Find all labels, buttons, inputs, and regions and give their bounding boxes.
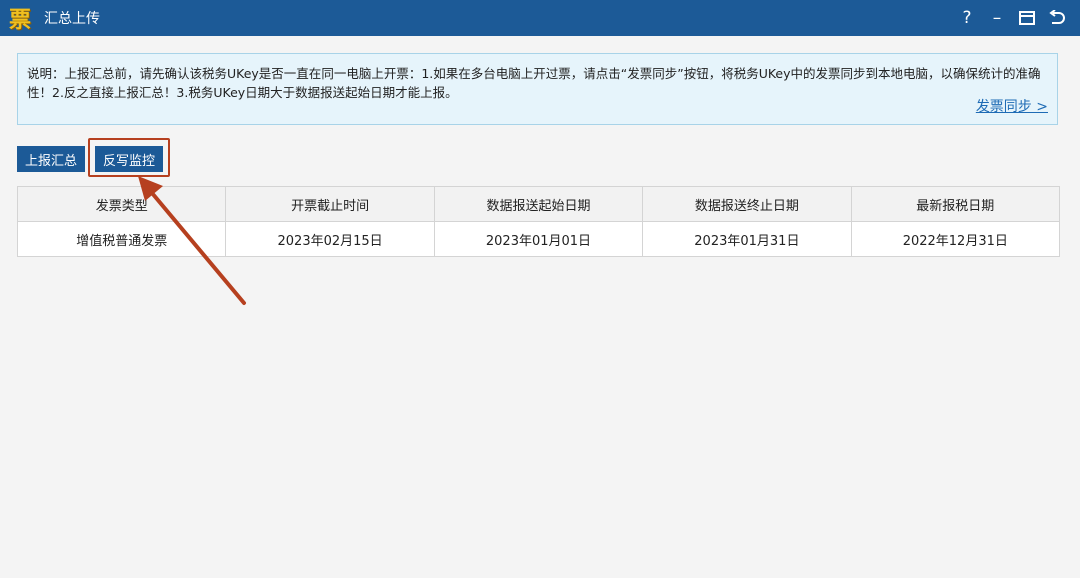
table-cell: 2023年02月15日 — [225, 221, 435, 257]
table-cell: 2022年12月31日 — [850, 221, 1061, 257]
column-header: 发票类型 — [16, 186, 227, 222]
undo-arrow-icon — [1049, 10, 1065, 24]
table-header-row: 发票类型 开票截止时间 数据报送起始日期 数据报送终止日期 最新报税日期 — [16, 186, 1061, 222]
notice-panel: 说明：上报汇总前，请先确认该税务UKey是否一直在同一电脑上开票：1.如果在多台… — [17, 53, 1058, 125]
window-controls: ? – — [952, 0, 1072, 36]
column-header: 最新报税日期 — [850, 186, 1061, 222]
table-cell: 2023年01月31日 — [642, 221, 852, 257]
window-title: 汇总上传 — [44, 11, 100, 27]
report-summary-button[interactable]: 上报汇总 — [17, 146, 85, 172]
annotation-highlight-box — [88, 138, 170, 177]
column-header: 数据报送起始日期 — [433, 186, 644, 222]
summary-table: 发票类型 开票截止时间 数据报送起始日期 数据报送终止日期 最新报税日期 增值税… — [16, 186, 1061, 257]
back-button[interactable] — [1042, 0, 1072, 36]
column-header: 数据报送终止日期 — [642, 186, 852, 222]
table-cell: 2023年01月01日 — [433, 221, 644, 257]
invoice-logo-icon: 票 — [8, 7, 31, 33]
maximize-icon — [1019, 11, 1035, 25]
help-button[interactable]: ? — [952, 0, 982, 36]
minimize-button[interactable]: – — [982, 0, 1012, 36]
title-bar: 票 汇总上传 ? – — [0, 0, 1080, 36]
notice-text: 说明：上报汇总前，请先确认该税务UKey是否一直在同一电脑上开票：1.如果在多台… — [27, 66, 1041, 100]
table-row[interactable]: 增值税普通发票 2023年02月15日 2023年01月01日 2023年01月… — [16, 221, 1061, 257]
maximize-button[interactable] — [1012, 0, 1042, 36]
table-cell: 增值税普通发票 — [16, 221, 227, 257]
invoice-sync-link[interactable]: 发票同步 > — [976, 98, 1048, 117]
column-header: 开票截止时间 — [225, 186, 435, 222]
